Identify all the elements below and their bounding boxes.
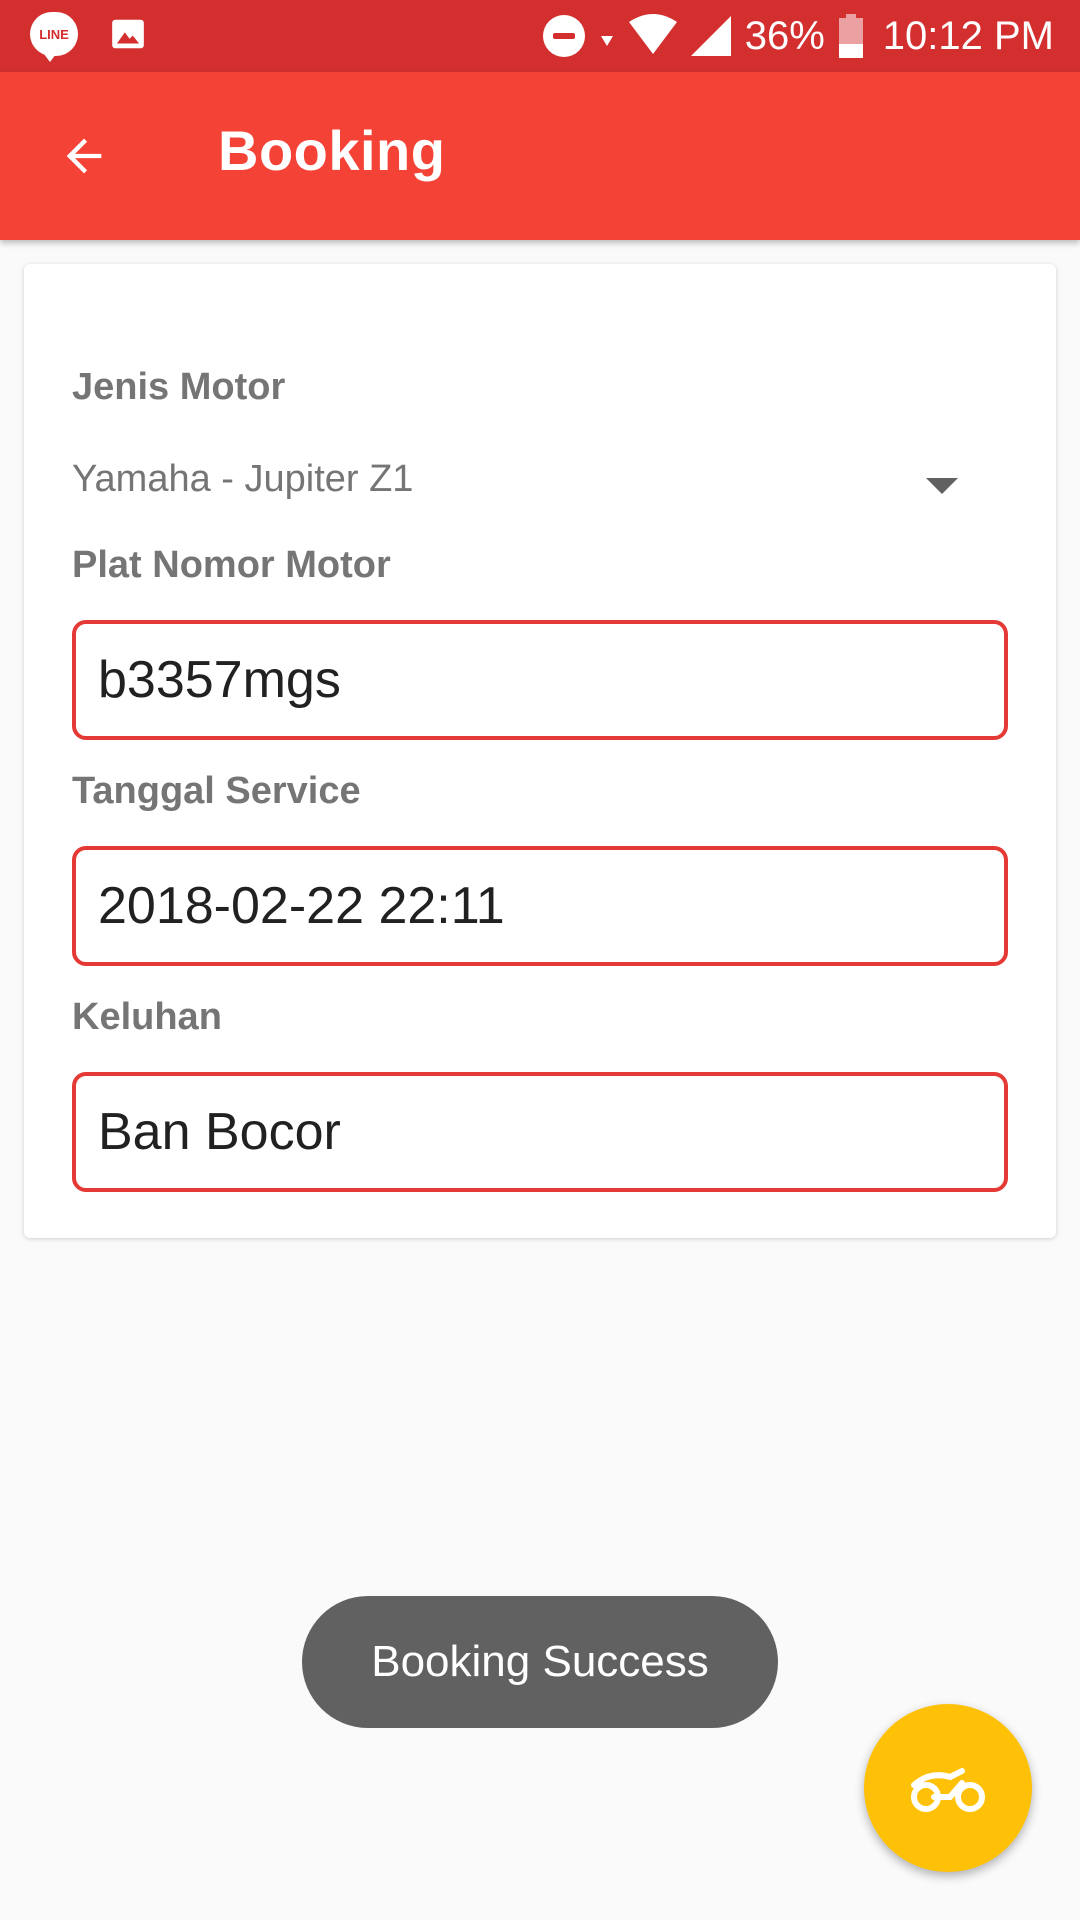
motorcycle-icon xyxy=(911,1768,985,1812)
back-button[interactable] xyxy=(52,124,116,188)
line-icon: LINE xyxy=(30,12,78,62)
system-icons: 36% 10:12 PM xyxy=(542,0,1054,72)
battery-fill xyxy=(838,44,863,58)
plat-nomor-label: Plat Nomor Motor xyxy=(72,544,391,586)
tanggal-service-label: Tanggal Service xyxy=(72,770,361,812)
plat-nomor-field[interactable]: b3357mgs xyxy=(72,620,1008,740)
toast-message: Booking Success xyxy=(371,1637,709,1686)
dropdown-arrow-icon xyxy=(926,478,958,494)
signal-icon xyxy=(690,16,731,56)
line-icon-label: LINE xyxy=(39,26,69,42)
gallery-icon xyxy=(112,19,144,49)
booking-fab-button[interactable] xyxy=(864,1704,1032,1872)
clock: 10:12 PM xyxy=(882,13,1054,58)
booking-form-card: Jenis Motor Yamaha - Jupiter Z1 Plat Nom… xyxy=(24,264,1056,1238)
battery-percent: 36% xyxy=(744,13,825,58)
jenis-motor-selected: Yamaha - Jupiter Z1 xyxy=(72,458,414,500)
keluhan-field[interactable]: Ban Bocor xyxy=(72,1072,1008,1192)
do-not-disturb-icon xyxy=(542,15,585,57)
arrow-back-icon xyxy=(66,138,102,174)
jenis-motor-dropdown[interactable]: Yamaha - Jupiter Z1 xyxy=(72,444,992,524)
data-arrow-icon xyxy=(600,36,613,46)
tanggal-service-field[interactable]: 2018-02-22 22:11 xyxy=(72,846,1008,966)
app-bar: Booking xyxy=(0,72,1080,240)
toast: Booking Success xyxy=(302,1596,778,1728)
jenis-motor-label: Jenis Motor xyxy=(72,366,286,408)
status-bar: LINE 36% 10:12 PM xyxy=(0,0,1080,72)
battery-icon xyxy=(838,14,863,58)
page-title: Booking xyxy=(218,119,446,182)
notification-area: LINE xyxy=(30,12,148,62)
keluhan-label: Keluhan xyxy=(72,996,222,1038)
wifi-icon xyxy=(628,14,677,54)
